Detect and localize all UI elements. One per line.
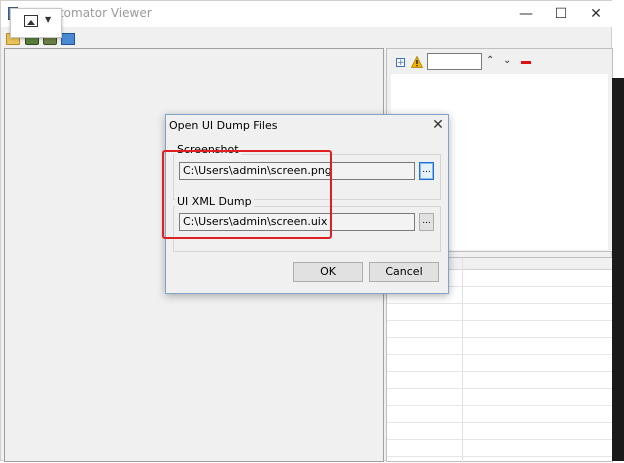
table-row[interactable] <box>387 373 612 389</box>
table-row[interactable] <box>387 339 612 355</box>
table-row[interactable] <box>387 356 612 372</box>
table-row[interactable] <box>387 390 612 406</box>
dialog-close-button[interactable]: ✕ <box>428 115 448 135</box>
table-row[interactable] <box>387 424 612 440</box>
table-row[interactable] <box>387 322 612 338</box>
background-window-edge <box>612 78 624 461</box>
ok-button[interactable]: OK <box>293 262 363 282</box>
highlight-annotation <box>162 150 332 239</box>
close-button[interactable]: ✕ <box>579 1 613 27</box>
next-match-icon[interactable]: ⌄ <box>503 55 511 66</box>
title-bar[interactable]: UI Automator Viewer — ☐ ✕ <box>1 1 613 27</box>
xml-dump-browse-button[interactable]: ... <box>419 213 434 231</box>
table-row[interactable] <box>387 441 612 457</box>
cancel-button[interactable]: Cancel <box>369 262 439 282</box>
minimize-button[interactable]: — <box>509 1 543 27</box>
expand-all-icon[interactable]: + <box>396 58 405 68</box>
screenshot-browse-button[interactable]: ... <box>419 162 434 180</box>
dialog-title: Open UI Dump Files <box>169 119 278 132</box>
toolbar <box>1 31 613 49</box>
clear-search-icon[interactable] <box>521 61 531 64</box>
floating-image-button[interactable]: ▼ <box>10 8 62 38</box>
chevron-down-icon: ▼ <box>45 15 52 24</box>
save-icon[interactable] <box>61 33 75 45</box>
table-row[interactable] <box>387 305 612 321</box>
maximize-button[interactable]: ☐ <box>544 1 578 27</box>
table-row[interactable] <box>387 407 612 423</box>
image-icon <box>24 15 38 27</box>
previous-match-icon[interactable]: ⌃ <box>486 55 494 66</box>
warning-icon[interactable] <box>411 56 423 68</box>
search-input[interactable] <box>427 53 482 70</box>
